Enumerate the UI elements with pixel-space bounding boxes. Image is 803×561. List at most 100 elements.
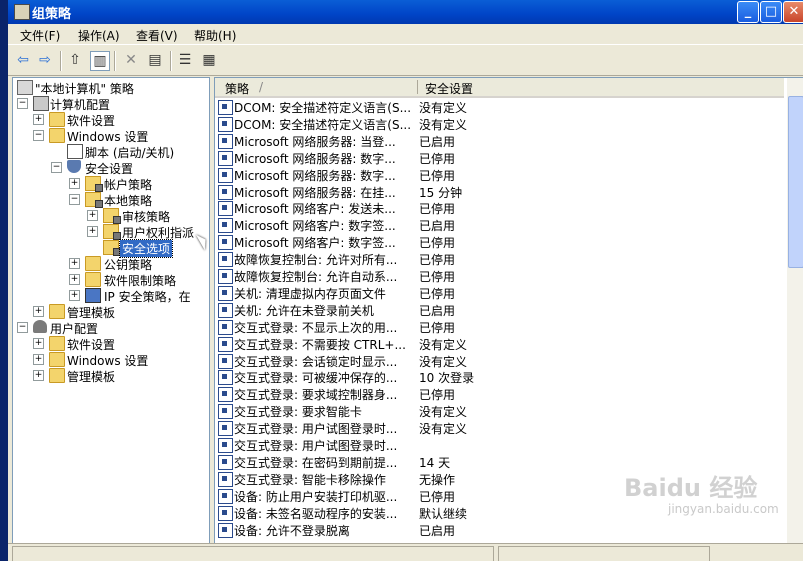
collapse-icon[interactable]: −	[69, 194, 80, 205]
table-row[interactable]: 交互式登录: 不显示上次的用... 已停用	[215, 318, 785, 335]
table-row[interactable]: Microsoft 网络服务器: 数字... 已停用	[215, 166, 785, 183]
table-row[interactable]: Microsoft 网络客户: 数字签... 已启用	[215, 216, 785, 234]
table-row[interactable]: DCOM: 安全描述符定义语言(S... 没有定义	[215, 115, 785, 132]
vertical-scrollbar[interactable]	[787, 78, 803, 543]
table-row[interactable]: 交互式登录: 用户试图登录时...	[215, 436, 785, 453]
delete-icon[interactable]: ✕	[122, 51, 140, 69]
help-icon[interactable]: ▦	[200, 51, 218, 69]
policy-name: 交互式登录: 要求域控制器身...	[234, 388, 398, 403]
tree-label: Windows 设置	[67, 130, 149, 144]
security-setting-value: 没有定义	[419, 354, 468, 369]
collapse-icon[interactable]: −	[17, 98, 28, 109]
menu-action[interactable]: 操作(A)	[78, 27, 120, 44]
table-row[interactable]: DCOM: 安全描述符定义语言(S... 没有定义	[215, 98, 785, 115]
tree-label: 用户权利指派	[122, 226, 195, 240]
policy-name: 交互式登录: 不需要按 CTRL+...	[234, 337, 406, 352]
expand-icon[interactable]: +	[33, 370, 44, 381]
security-setting-value: 10 次登录	[419, 371, 475, 386]
collapse-icon[interactable]: −	[51, 162, 62, 173]
table-row[interactable]: Microsoft 网络客户: 发送未... 已停用	[215, 199, 785, 217]
table-row[interactable]: 设备: 允许不登录脱离 已启用	[215, 521, 785, 538]
column-divider[interactable]	[417, 80, 418, 94]
folder-icon	[49, 304, 65, 319]
expand-icon[interactable]: +	[69, 290, 80, 301]
policy-item-icon	[218, 201, 233, 217]
tree-label: "本地计算机" 策略	[35, 82, 134, 96]
policy-item-icon	[218, 353, 233, 369]
table-row[interactable]: Microsoft 网络服务器: 数字... 已停用	[215, 149, 785, 166]
table-row[interactable]: 故障恢复控制台: 允许自动系... 已停用	[215, 267, 785, 284]
ip-security-icon	[85, 288, 101, 303]
menu-file[interactable]: 文件(F)	[20, 27, 60, 44]
table-row[interactable]: 关机: 清理虚拟内存页面文件 已停用	[215, 284, 785, 301]
tree-label: 安全设置	[85, 162, 134, 176]
expand-icon[interactable]: +	[33, 354, 44, 365]
close-button[interactable]: ✕	[783, 1, 803, 23]
expand-icon[interactable]: +	[69, 178, 80, 189]
collapse-icon[interactable]: −	[17, 322, 28, 333]
table-row[interactable]: Microsoft 网络服务器: 在挂... 15 分钟	[215, 183, 785, 200]
policy-name: 设备: 防止用户安装打印机驱...	[234, 489, 398, 504]
toolbar: ⇦ ⇨ ⇧ ▥ ✕ ▤ ☰ ▦	[8, 44, 803, 76]
up-icon[interactable]: ⇧	[66, 51, 84, 69]
column-header-setting[interactable]: 安全设置	[425, 80, 473, 97]
security-setting-value: 默认继续	[419, 506, 468, 521]
tree-label: 计算机配置	[50, 98, 111, 112]
table-row[interactable]: 交互式登录: 要求智能卡 没有定义	[215, 402, 785, 420]
table-row[interactable]: Microsoft 网络客户: 数字签... 已停用	[215, 233, 785, 251]
table-row[interactable]: 交互式登录: 要求域控制器身... 已停用	[215, 385, 785, 403]
policy-name: 交互式登录: 在密码到期前提...	[234, 455, 398, 470]
policy-name: 交互式登录: 用户试图登录时...	[234, 439, 398, 453]
table-row[interactable]: Microsoft 网络服务器: 当登... 已启用	[215, 132, 785, 149]
folder-icon	[85, 256, 101, 271]
back-icon[interactable]: ⇦	[14, 51, 32, 69]
policy-item-icon	[218, 522, 233, 538]
show-tree-icon[interactable]: ▥	[90, 51, 110, 71]
table-row[interactable]: 交互式登录: 可被缓冲保存的... 10 次登录	[215, 368, 785, 386]
policy-item-icon	[218, 336, 233, 352]
security-setting-value: 14 天	[419, 455, 451, 470]
policy-name: 交互式登录: 智能卡移除操作	[234, 472, 386, 487]
window-title: 组策略	[32, 7, 72, 22]
policy-item-icon	[218, 454, 233, 470]
policy-name: 关机: 清理虚拟内存页面文件	[234, 286, 386, 301]
table-row[interactable]: 关机: 允许在未登录前关机 已启用	[215, 301, 785, 318]
table-row[interactable]: 交互式登录: 用户试图登录时... 没有定义	[215, 419, 785, 437]
table-row[interactable]: 交互式登录: 不需要按 CTRL+... 没有定义	[215, 335, 785, 352]
security-setting-value: 已停用	[419, 286, 456, 301]
policy-item-icon	[218, 269, 233, 284]
expand-icon[interactable]: +	[33, 306, 44, 317]
menu-help[interactable]: 帮助(H)	[194, 27, 236, 44]
expand-icon[interactable]: +	[69, 274, 80, 285]
security-setting-value: 已启用	[419, 134, 456, 149]
expand-icon[interactable]: +	[33, 338, 44, 349]
title-bar[interactable]: 组策略 _ □ ✕	[8, 0, 803, 24]
expand-icon[interactable]: +	[33, 114, 44, 125]
minimize-button[interactable]: _	[737, 1, 759, 23]
expand-icon[interactable]: +	[87, 210, 98, 221]
tree-label: 公钥策略	[104, 258, 153, 272]
policy-name: 交互式登录: 要求智能卡	[234, 405, 362, 420]
maximize-button[interactable]: □	[760, 1, 782, 23]
table-row[interactable]: 故障恢复控制台: 允许对所有... 已停用	[215, 250, 785, 268]
toolbar-separator	[170, 51, 172, 71]
scrollbar-thumb[interactable]	[788, 96, 803, 268]
table-row[interactable]: 交互式登录: 会话锁定时显示... 没有定义	[215, 352, 785, 369]
policy-item-icon	[218, 421, 233, 437]
lock-folder-icon	[103, 240, 121, 256]
forward-icon[interactable]: ⇨	[36, 51, 54, 69]
security-setting-value: 已停用	[419, 489, 456, 504]
expand-icon[interactable]: +	[87, 226, 98, 237]
tree-pane[interactable]: "本地计算机" 策略 − 计算机配置 + 软件设置 − Windows 设置 脚…	[12, 77, 210, 544]
policy-item-icon	[218, 218, 233, 234]
watermark-logo: Baidu 经验	[624, 474, 758, 502]
policy-name: 设备: 未签名驱动程序的安装...	[234, 506, 398, 521]
expand-icon[interactable]: +	[69, 258, 80, 269]
collapse-icon[interactable]: −	[33, 130, 44, 141]
security-setting-value: 已停用	[419, 151, 456, 166]
export-icon[interactable]: ▤	[146, 51, 164, 69]
menu-view[interactable]: 查看(V)	[136, 27, 178, 44]
policy-item-icon	[218, 387, 233, 403]
properties-icon[interactable]: ☰	[176, 51, 194, 69]
column-header-policy[interactable]: 策略	[225, 80, 249, 97]
